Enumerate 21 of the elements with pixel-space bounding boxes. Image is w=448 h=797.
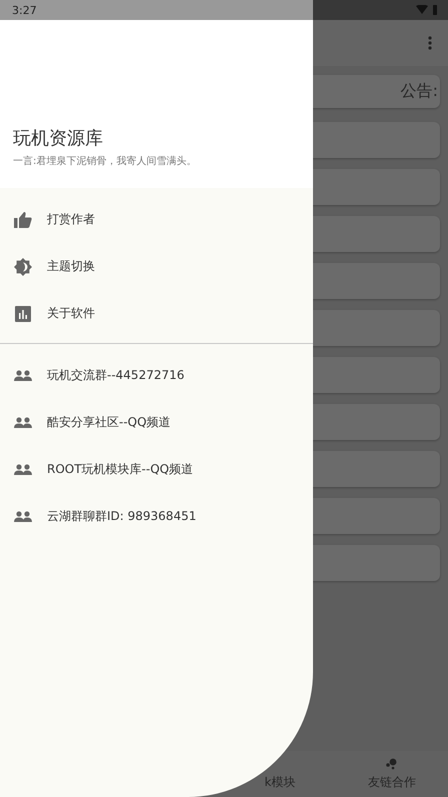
people-icon <box>14 511 32 522</box>
group-item[interactable]: ROOT玩机模块库--QQ频道 <box>0 446 313 493</box>
dots-icon <box>385 756 399 770</box>
people-icon <box>14 417 32 428</box>
thumbs-up-icon <box>14 212 32 228</box>
people-icon <box>14 464 32 475</box>
group-item[interactable]: 酷安分享社区--QQ频道 <box>0 399 313 446</box>
drawer-subtitle: 一言:君埋泉下泥销骨，我寄人间雪满头。 <box>13 154 198 168</box>
drawer-title: 玩机资源库 <box>13 127 104 150</box>
status-icons <box>416 5 438 15</box>
more-icon[interactable] <box>428 36 432 50</box>
notice-label: 公告: <box>400 81 438 102</box>
drawer-item[interactable]: 主题切换 <box>0 243 313 290</box>
people-icon <box>14 370 32 381</box>
group-item[interactable]: 云湖群聊群ID: 989368451 <box>0 493 313 540</box>
drawer-item[interactable]: 关于软件 <box>0 290 313 337</box>
group-item[interactable]: 玩机交流群--445272716 <box>0 352 313 399</box>
drawer-item[interactable]: 打赏作者 <box>0 196 313 243</box>
status-time: 3:27 <box>12 4 37 16</box>
brightness-icon <box>14 258 32 276</box>
bar-chart-icon <box>14 306 32 322</box>
